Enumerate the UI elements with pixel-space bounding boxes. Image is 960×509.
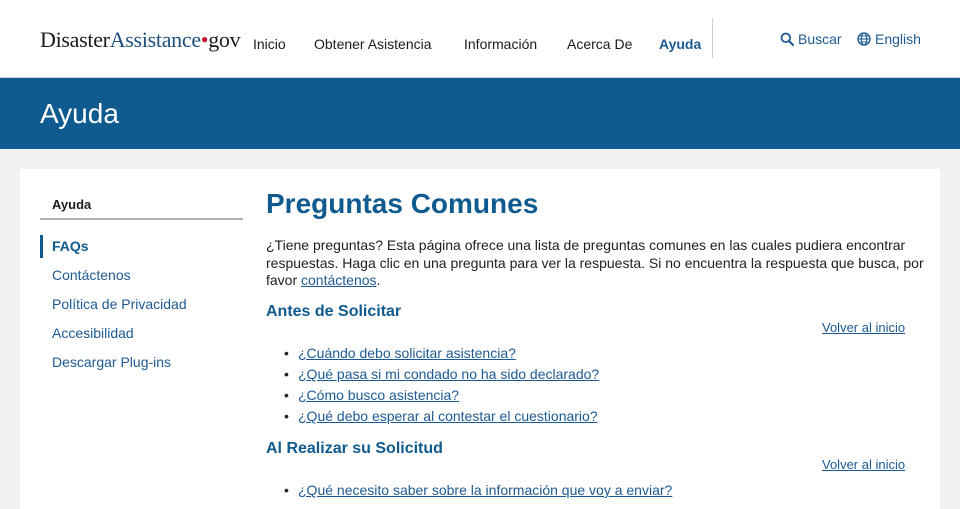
globe-icon — [857, 32, 871, 46]
list-item: ¿Qué necesito saber sobre la información… — [284, 480, 904, 501]
banner-title: Ayuda — [40, 98, 119, 129]
nav-inicio[interactable]: Inicio — [253, 36, 286, 52]
sidebar-item-accesibilidad[interactable]: Accesibilidad — [52, 325, 134, 341]
site-logo[interactable]: DisasterAssistance•gov — [40, 27, 241, 53]
sidebar-title: Ayuda — [52, 197, 92, 212]
question-link[interactable]: ¿Cómo busco asistencia? — [298, 387, 459, 403]
logo-word-disaster: Disaster — [40, 27, 110, 52]
logo-word-gov: gov — [208, 27, 241, 52]
section-title-antes: Antes de Solicitar — [266, 303, 402, 320]
nav-informacion[interactable]: Información — [464, 36, 537, 52]
nav-ayuda[interactable]: Ayuda — [659, 36, 701, 52]
sidebar-active-indicator — [40, 235, 43, 258]
back-to-top-link[interactable]: Volver al inicio — [822, 320, 905, 335]
question-link[interactable]: ¿Qué debo esperar al contestar el cuesti… — [298, 408, 598, 424]
site-header: DisasterAssistance•gov Inicio Obtener As… — [0, 0, 960, 78]
search-link[interactable]: Buscar — [780, 31, 842, 47]
sidebar-item-contactenos[interactable]: Contáctenos — [52, 267, 131, 283]
sidebar-item-faqs[interactable]: FAQs — [52, 238, 89, 254]
nav-obtener-asistencia[interactable]: Obtener Asistencia — [314, 36, 432, 52]
contact-link[interactable]: contáctenos — [301, 272, 377, 288]
content-panel — [20, 169, 940, 509]
search-icon — [780, 32, 794, 46]
list-item: ¿Qué pasa si mi condado no ha sido decla… — [284, 364, 904, 385]
back-to-top-link[interactable]: Volver al inicio — [822, 457, 905, 472]
language-toggle[interactable]: English — [857, 31, 921, 47]
intro-end: . — [376, 272, 381, 288]
page-title: Preguntas Comunes — [266, 188, 539, 219]
nav-acerca-de[interactable]: Acerca De — [567, 36, 632, 52]
list-item: ¿Cómo busco asistencia? — [284, 385, 904, 406]
question-link[interactable]: ¿Qué pasa si mi condado no ha sido decla… — [298, 366, 599, 382]
search-label: Buscar — [798, 31, 842, 47]
list-item: ¿Qué debo esperar al contestar el cuesti… — [284, 406, 904, 427]
question-list-antes: ¿Cuándo debo solicitar asistencia? ¿Qué … — [284, 343, 904, 427]
sidebar-item-privacidad[interactable]: Política de Privacidad — [52, 296, 187, 312]
question-link[interactable]: ¿Qué necesito saber sobre la información… — [298, 482, 672, 498]
list-item: ¿Cuándo debo solicitar asistencia? — [284, 343, 904, 364]
question-list-al-realizar: ¿Qué necesito saber sobre la información… — [284, 480, 904, 501]
sidebar-divider — [40, 218, 243, 220]
intro-paragraph: ¿Tiene preguntas? Esta página ofrece una… — [266, 237, 926, 290]
sidebar-item-plugins[interactable]: Descargar Plug-ins — [52, 354, 171, 370]
section-title-al-realizar: Al Realizar su Solicitud — [266, 440, 443, 457]
language-label: English — [875, 31, 921, 47]
page-banner: Ayuda — [0, 78, 960, 149]
nav-divider — [712, 18, 713, 58]
logo-word-assistance: Assistance — [109, 27, 201, 52]
question-link[interactable]: ¿Cuándo debo solicitar asistencia? — [298, 345, 516, 361]
